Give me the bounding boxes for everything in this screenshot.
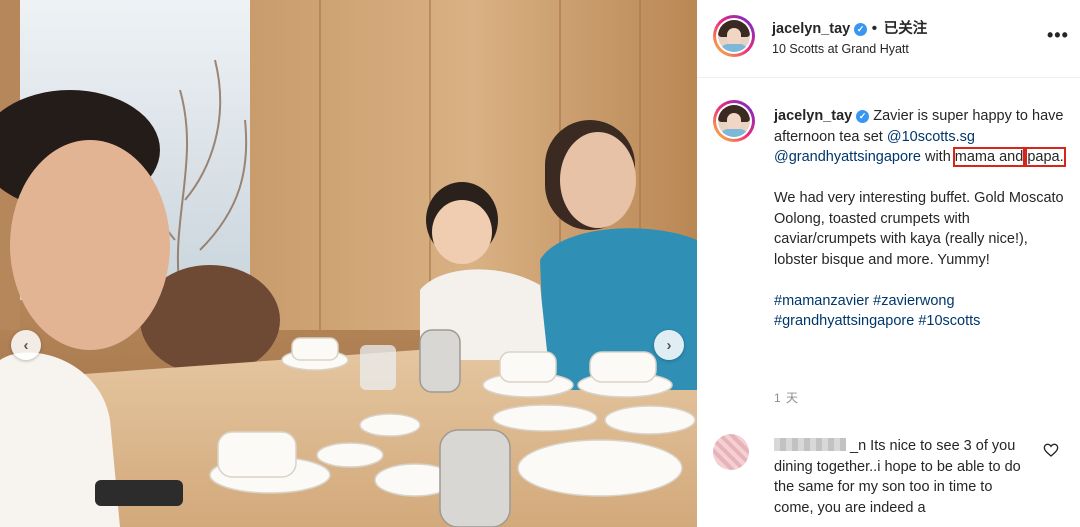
- author-username[interactable]: jacelyn_tay: [772, 21, 850, 37]
- hashtag-mamanzavier[interactable]: #mamanzavier: [774, 293, 869, 309]
- commenter-username-tail[interactable]: _n: [850, 438, 866, 454]
- chevron-left-icon: ‹: [23, 336, 29, 354]
- commenter-avatar[interactable]: [713, 434, 749, 470]
- caption-username[interactable]: jacelyn_tay: [774, 108, 852, 124]
- carousel-next-button[interactable]: ›: [654, 330, 684, 360]
- caption-text-2: with: [920, 149, 955, 165]
- highlighted-text-papa: papa.: [1025, 147, 1066, 167]
- chevron-right-icon: ›: [666, 336, 672, 354]
- post-timestamp[interactable]: 1 天: [774, 389, 799, 406]
- author-avatar[interactable]: [713, 15, 755, 57]
- photo-illustration: [0, 0, 697, 527]
- hashtag-grandhyattsingapore[interactable]: #grandhyattsingapore: [774, 313, 914, 329]
- post-caption: jacelyn_tay ✓ Zavier is super happy to ha…: [774, 106, 1066, 332]
- follow-status-button[interactable]: 已关注: [884, 21, 928, 37]
- carousel-prev-button[interactable]: ‹: [11, 330, 41, 360]
- verified-badge-icon: ✓: [854, 23, 868, 36]
- heart-outline-icon[interactable]: [1043, 442, 1059, 458]
- caption-paragraph-1: jacelyn_tay ✓ Zavier is super happy to ha…: [774, 106, 1066, 168]
- more-options-icon[interactable]: •••: [1047, 25, 1069, 46]
- mention-10scotts[interactable]: @10scotts.sg: [887, 129, 975, 145]
- post-details-panel: jacelyn_tay ✓ • 已关注 10 Scotts at Grand Hy…: [697, 0, 1080, 527]
- caption-author-avatar[interactable]: [713, 100, 755, 142]
- post-location[interactable]: 10 Scotts at Grand Hyatt: [772, 42, 909, 56]
- post-header: jacelyn_tay ✓ • 已关注 10 Scotts at Grand Hy…: [697, 0, 1080, 78]
- mention-grandhyattsingapore[interactable]: @grandhyattsingapore: [774, 149, 921, 165]
- hashtag-10scotts[interactable]: #10scotts: [918, 313, 980, 329]
- verified-badge-icon: ✓: [856, 110, 870, 123]
- separator-dot: •: [871, 20, 882, 37]
- header-user-line: jacelyn_tay ✓ • 已关注: [772, 17, 927, 38]
- hashtag-zavierwong[interactable]: #zavierwong: [873, 293, 954, 309]
- caption-hashtags: #mamanzavier #zavierwong #grandhyattsing…: [774, 291, 1066, 332]
- highlighted-text-mama-and: mama and: [952, 147, 1026, 167]
- post-photo[interactable]: ‹ ›: [0, 0, 697, 527]
- caption-paragraph-2: We had very interesting buffet. Gold Mos…: [774, 190, 1064, 268]
- commenter-username-blurred[interactable]: [774, 438, 846, 451]
- comment-item: _n Its nice to see 3 of you dining toget…: [774, 436, 1030, 518]
